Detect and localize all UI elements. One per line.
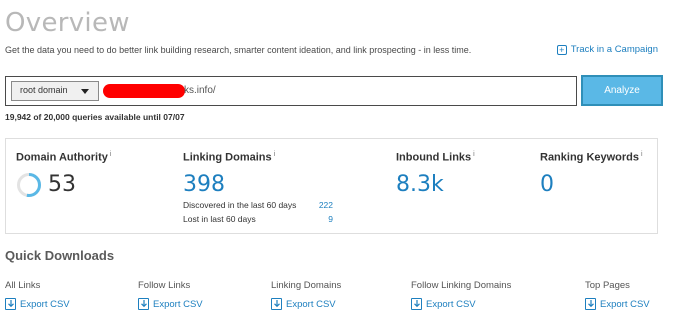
discovered-label: Discovered in the last 60 days [183,200,297,210]
inbound-links-label: Inbound Links i [396,151,475,164]
page-subtitle: Get the data you need to do better link … [5,45,472,55]
ranking-keywords-value: 0 [540,172,554,197]
download-icon [411,298,422,310]
info-icon[interactable]: i [473,151,475,158]
track-in-campaign-link[interactable]: + Track in a Campaign [556,44,658,55]
scope-select[interactable]: root domain [11,81,99,101]
search-row: root domain ks.info/ Analyze [5,75,663,106]
linking-domains-value: 398 [183,172,225,197]
download-label: Follow Links [138,280,191,291]
download-icon [271,298,282,310]
domain-authority-value: 53 [48,172,76,197]
download-icon [5,298,16,310]
inbound-links-value: 8.3k [396,172,444,197]
domain-input-value: ks.info/ [184,85,216,96]
download-all-links: All Links Export CSV [5,280,70,310]
export-csv-link[interactable]: Export CSV [138,298,203,310]
download-follow-links: Follow Links Export CSV [138,280,203,310]
track-in-campaign-label: Track in a Campaign [570,44,658,55]
scope-select-value: root domain [20,85,68,95]
export-csv-link[interactable]: Export CSV [5,298,70,310]
download-linking-domains: Linking Domains Export CSV [271,280,341,310]
discovered-value-link[interactable]: 222 [303,200,333,210]
lost-value-link[interactable]: 9 [303,214,333,224]
export-csv-link[interactable]: Export CSV [271,298,341,310]
quick-downloads-title: Quick Downloads [5,248,115,263]
export-csv-label: Export CSV [153,298,203,310]
download-label: Linking Domains [271,280,342,291]
info-icon[interactable]: i [274,151,276,158]
linking-domains-label: Linking Domains i [183,151,276,164]
export-csv-link[interactable]: Export CSV [411,298,511,310]
domain-search-input[interactable]: root domain ks.info/ [5,76,577,106]
download-icon [138,298,149,310]
download-icon [585,298,596,310]
download-top-pages: Top Pages Export CSV [585,280,650,310]
redaction-mark [103,84,185,98]
download-label: Follow Linking Domains [411,280,512,291]
export-csv-label: Export CSV [426,298,476,310]
export-csv-label: Export CSV [20,298,70,310]
ranking-keywords-label: Ranking Keywords i [540,151,643,164]
export-csv-label: Export CSV [286,298,336,310]
download-label: All Links [5,280,41,291]
download-follow-linking-domains: Follow Linking Domains Export CSV [411,280,511,310]
info-icon[interactable]: i [110,151,112,158]
domain-authority-label: Domain Authority i [16,151,112,164]
download-label: Top Pages [585,280,630,291]
analyze-button[interactable]: Analyze [581,75,663,106]
lost-label: Lost in last 60 days [183,214,256,224]
export-csv-label: Export CSV [600,298,650,310]
export-csv-link[interactable]: Export CSV [585,298,650,310]
plus-icon: + [556,44,567,55]
caret-down-icon [81,89,89,94]
query-quota: 19,942 of 20,000 queries available until… [5,112,185,122]
info-icon[interactable]: i [641,151,643,158]
page-title: Overview [5,8,130,38]
metrics-panel: Domain Authority i 53 Linking Domains i 39… [5,138,658,234]
domain-authority-ring-icon [17,173,41,197]
